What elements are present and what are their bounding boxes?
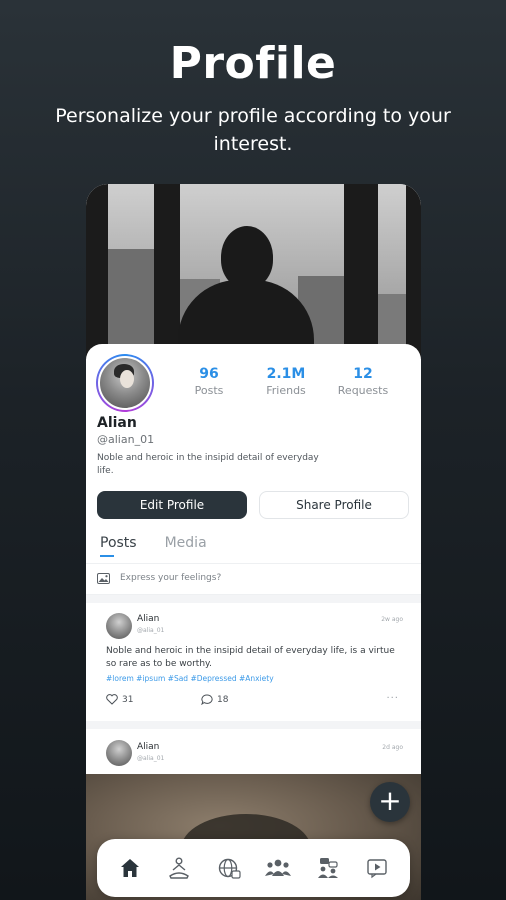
globe-icon (218, 858, 241, 879)
post-card: Alian @alia_01 2w ago Noble and heroic i… (86, 603, 421, 721)
compose-bar[interactable]: Express your feelings? (86, 563, 421, 595)
phone-screen: 96 Posts 2.1M Friends 12 Requests Alian … (86, 184, 421, 900)
video-icon (367, 859, 387, 879)
meditation-icon (169, 857, 190, 879)
image-icon[interactable] (97, 573, 110, 584)
heart-icon (106, 694, 118, 705)
cover-photo (86, 184, 421, 370)
post-card: Alian @alia_01 2d ago (86, 729, 421, 774)
edit-profile-button[interactable]: Edit Profile (97, 491, 247, 519)
stat-posts[interactable]: 96 Posts (176, 366, 242, 397)
post-tags[interactable]: #lorem #ipsum #Sad #Depressed #Anxiety (106, 674, 274, 683)
post-handle: @alia_01 (137, 755, 165, 762)
nav-home[interactable] (114, 852, 146, 884)
stat-friends[interactable]: 2.1M Friends (253, 366, 319, 397)
post-handle: @alia_01 (137, 627, 165, 634)
active-tab-indicator (100, 555, 114, 557)
nav-video[interactable] (361, 852, 393, 884)
stat-posts-value: 96 (199, 366, 219, 382)
more-options-icon[interactable]: ··· (386, 693, 399, 704)
home-icon (120, 859, 139, 877)
like-count: 31 (122, 694, 134, 705)
post-text: Noble and heroic in the insipid detail o… (106, 646, 395, 669)
stat-posts-label: Posts (194, 384, 224, 397)
tab-media[interactable]: Media (165, 535, 207, 555)
feed-separator (86, 721, 421, 729)
profile-bio: Noble and heroic in the insipid detail o… (97, 453, 319, 476)
nav-community[interactable] (262, 852, 294, 884)
like-button[interactable]: 31 (106, 694, 133, 705)
nav-meditation[interactable] (163, 852, 195, 884)
share-profile-button[interactable]: Share Profile (259, 491, 409, 519)
stat-requests[interactable]: 12 Requests (330, 366, 396, 397)
create-post-button[interactable]: + (370, 782, 410, 822)
post-avatar[interactable] (106, 613, 132, 639)
nav-discussion[interactable] (312, 852, 344, 884)
community-icon (265, 859, 292, 876)
compose-placeholder[interactable]: Express your feelings? (120, 573, 221, 583)
stat-requests-value: 12 (353, 366, 373, 382)
feed-separator (86, 595, 421, 603)
profile-tabs: Posts Media (100, 535, 207, 555)
tab-posts[interactable]: Posts (100, 535, 137, 555)
stat-friends-label: Friends (266, 384, 306, 397)
page-headline: Profile (169, 38, 337, 89)
nav-globe[interactable] (213, 852, 245, 884)
page-subheadline: Personalize your profile according to yo… (55, 105, 451, 155)
post-avatar[interactable] (106, 740, 132, 766)
bottom-navigation (97, 839, 410, 897)
comment-icon (201, 694, 213, 705)
profile-name: Alian (97, 415, 137, 431)
comment-button[interactable]: 18 (201, 694, 228, 705)
post-time: 2d ago (382, 744, 403, 751)
post-author[interactable]: Alian (137, 614, 159, 624)
comment-count: 18 (217, 694, 229, 705)
stat-requests-label: Requests (337, 384, 389, 397)
avatar[interactable] (96, 354, 154, 412)
profile-stats: 96 Posts 2.1M Friends 12 Requests (176, 366, 396, 397)
post-time: 2w ago (381, 616, 403, 623)
post-author[interactable]: Alian (137, 742, 159, 752)
discussion-icon (317, 858, 338, 878)
profile-handle: @alian_01 (97, 433, 155, 446)
stat-friends-value: 2.1M (266, 366, 306, 382)
